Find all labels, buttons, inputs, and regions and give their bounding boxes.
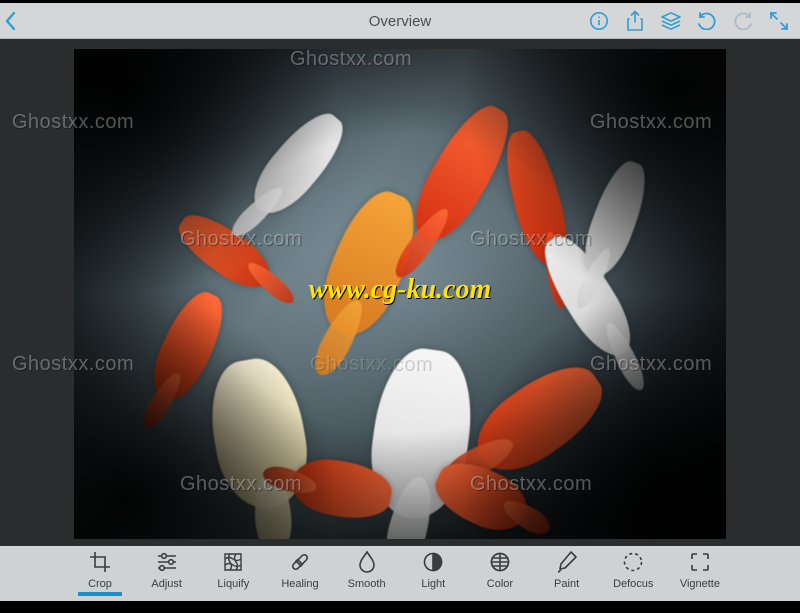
- tool-liquify[interactable]: Liquify: [203, 550, 263, 590]
- top-toolbar: Overview: [0, 3, 800, 39]
- tool-label: Adjust: [151, 578, 182, 590]
- adjust-icon: [155, 551, 179, 573]
- undo-icon: [696, 12, 718, 30]
- tool-crop[interactable]: Crop: [70, 550, 130, 590]
- layers-icon: [660, 11, 682, 31]
- image-canvas[interactable]: [74, 49, 726, 539]
- tool-label: Color: [487, 578, 513, 590]
- vignette-icon: [689, 551, 711, 573]
- tool-light[interactable]: Light: [403, 550, 463, 590]
- tool-adjust[interactable]: Adjust: [137, 550, 197, 590]
- tool-color[interactable]: Color: [470, 550, 530, 590]
- canvas-area: [0, 39, 800, 546]
- info-button[interactable]: [588, 10, 610, 32]
- chevron-left-icon: [4, 11, 18, 31]
- liquify-icon: [222, 551, 244, 573]
- fullscreen-icon: [769, 11, 789, 31]
- tool-label: Vignette: [680, 578, 720, 590]
- redo-icon: [732, 12, 754, 30]
- tool-healing[interactable]: Healing: [270, 550, 330, 590]
- back-button[interactable]: [0, 10, 22, 32]
- tool-label: Light: [421, 578, 445, 590]
- share-icon: [625, 10, 645, 32]
- undo-button[interactable]: [696, 10, 718, 32]
- share-button[interactable]: [624, 10, 646, 32]
- app-panel: Overview: [0, 3, 800, 601]
- tool-label: Liquify: [217, 578, 249, 590]
- tool-label: Crop: [88, 578, 112, 590]
- tool-paint[interactable]: Paint: [537, 550, 597, 590]
- defocus-icon: [622, 551, 644, 573]
- info-icon: [589, 11, 609, 31]
- tool-vignette[interactable]: Vignette: [670, 550, 730, 590]
- paint-icon: [556, 550, 578, 574]
- tool-label: Healing: [281, 578, 318, 590]
- tool-label: Smooth: [348, 578, 386, 590]
- bottom-toolbar: Crop Adjust Liquify Healing Smooth: [0, 546, 800, 601]
- color-icon: [489, 551, 511, 573]
- fullscreen-button[interactable]: [768, 10, 790, 32]
- layers-button[interactable]: [660, 10, 682, 32]
- smooth-icon: [357, 550, 377, 574]
- healing-icon: [288, 550, 312, 574]
- light-icon: [422, 551, 444, 573]
- tool-label: Defocus: [613, 578, 653, 590]
- tool-defocus[interactable]: Defocus: [603, 550, 663, 590]
- redo-button[interactable]: [732, 10, 754, 32]
- crop-icon: [89, 551, 111, 573]
- tool-smooth[interactable]: Smooth: [337, 550, 397, 590]
- tool-label: Paint: [554, 578, 579, 590]
